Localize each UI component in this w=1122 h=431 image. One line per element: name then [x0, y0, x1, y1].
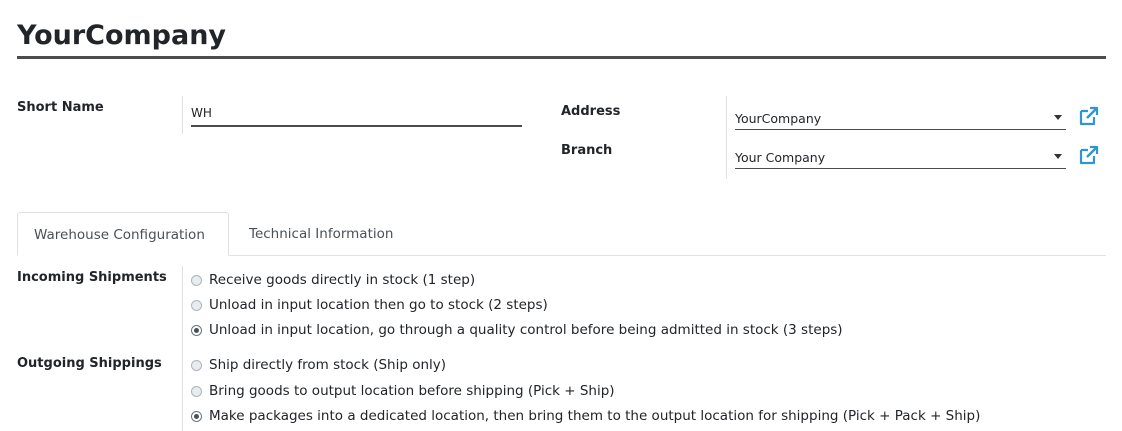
divider	[182, 96, 183, 134]
divider	[182, 266, 183, 431]
outgoing-shippings-label: Outgoing Shippings	[17, 356, 162, 371]
chevron-down-icon[interactable]	[1054, 115, 1062, 120]
incoming-option-1[interactable]: Receive goods directly in stock (1 step)	[191, 270, 475, 290]
external-link-icon[interactable]	[1078, 105, 1100, 127]
external-link-icon[interactable]	[1078, 144, 1100, 166]
outgoing-option-3[interactable]: Make packages into a dedicated location,…	[191, 406, 980, 426]
short-name-input[interactable]	[191, 100, 522, 127]
radio-button[interactable]	[191, 359, 202, 371]
outgoing-option-2[interactable]: Bring goods to output location before sh…	[191, 381, 615, 401]
warehouse-name-input[interactable]	[17, 18, 717, 52]
incoming-option-3[interactable]: Unload in input location, go through a q…	[191, 320, 843, 340]
chevron-down-icon[interactable]	[1054, 154, 1062, 159]
divider	[726, 96, 727, 179]
branch-select[interactable]: Your Company	[735, 144, 1066, 169]
radio-label: Make packages into a dedicated location,…	[209, 408, 981, 424]
radio-label: Unload in input location, go through a q…	[209, 322, 843, 338]
incoming-shipments-label: Incoming Shipments	[17, 270, 167, 285]
tab-technical-information[interactable]: Technical Information	[249, 212, 393, 256]
radio-label: Bring goods to output location before sh…	[209, 383, 615, 399]
radio-button-selected[interactable]	[191, 324, 202, 336]
radio-label: Unload in input location then go to stoc…	[209, 297, 548, 313]
radio-label: Receive goods directly in stock (1 step)	[209, 272, 476, 288]
address-select[interactable]: YourCompany	[735, 105, 1066, 130]
warehouse-form: Short Name Address YourCompany Branch Yo…	[0, 0, 1122, 431]
title-field	[17, 10, 1106, 59]
radio-label: Ship directly from stock (Ship only)	[209, 357, 447, 373]
incoming-option-2[interactable]: Unload in input location then go to stoc…	[191, 295, 548, 315]
radio-button[interactable]	[191, 299, 202, 311]
branch-label: Branch	[561, 143, 613, 158]
radio-button[interactable]	[191, 274, 202, 286]
tab-warehouse-configuration[interactable]: Warehouse Configuration	[17, 212, 229, 256]
address-label: Address	[561, 104, 621, 119]
radio-button-selected[interactable]	[191, 410, 202, 422]
short-name-label: Short Name	[17, 100, 104, 115]
radio-button[interactable]	[191, 385, 202, 397]
branch-value: Your Company	[735, 150, 826, 165]
outgoing-option-1[interactable]: Ship directly from stock (Ship only)	[191, 355, 446, 375]
address-value: YourCompany	[735, 111, 822, 126]
